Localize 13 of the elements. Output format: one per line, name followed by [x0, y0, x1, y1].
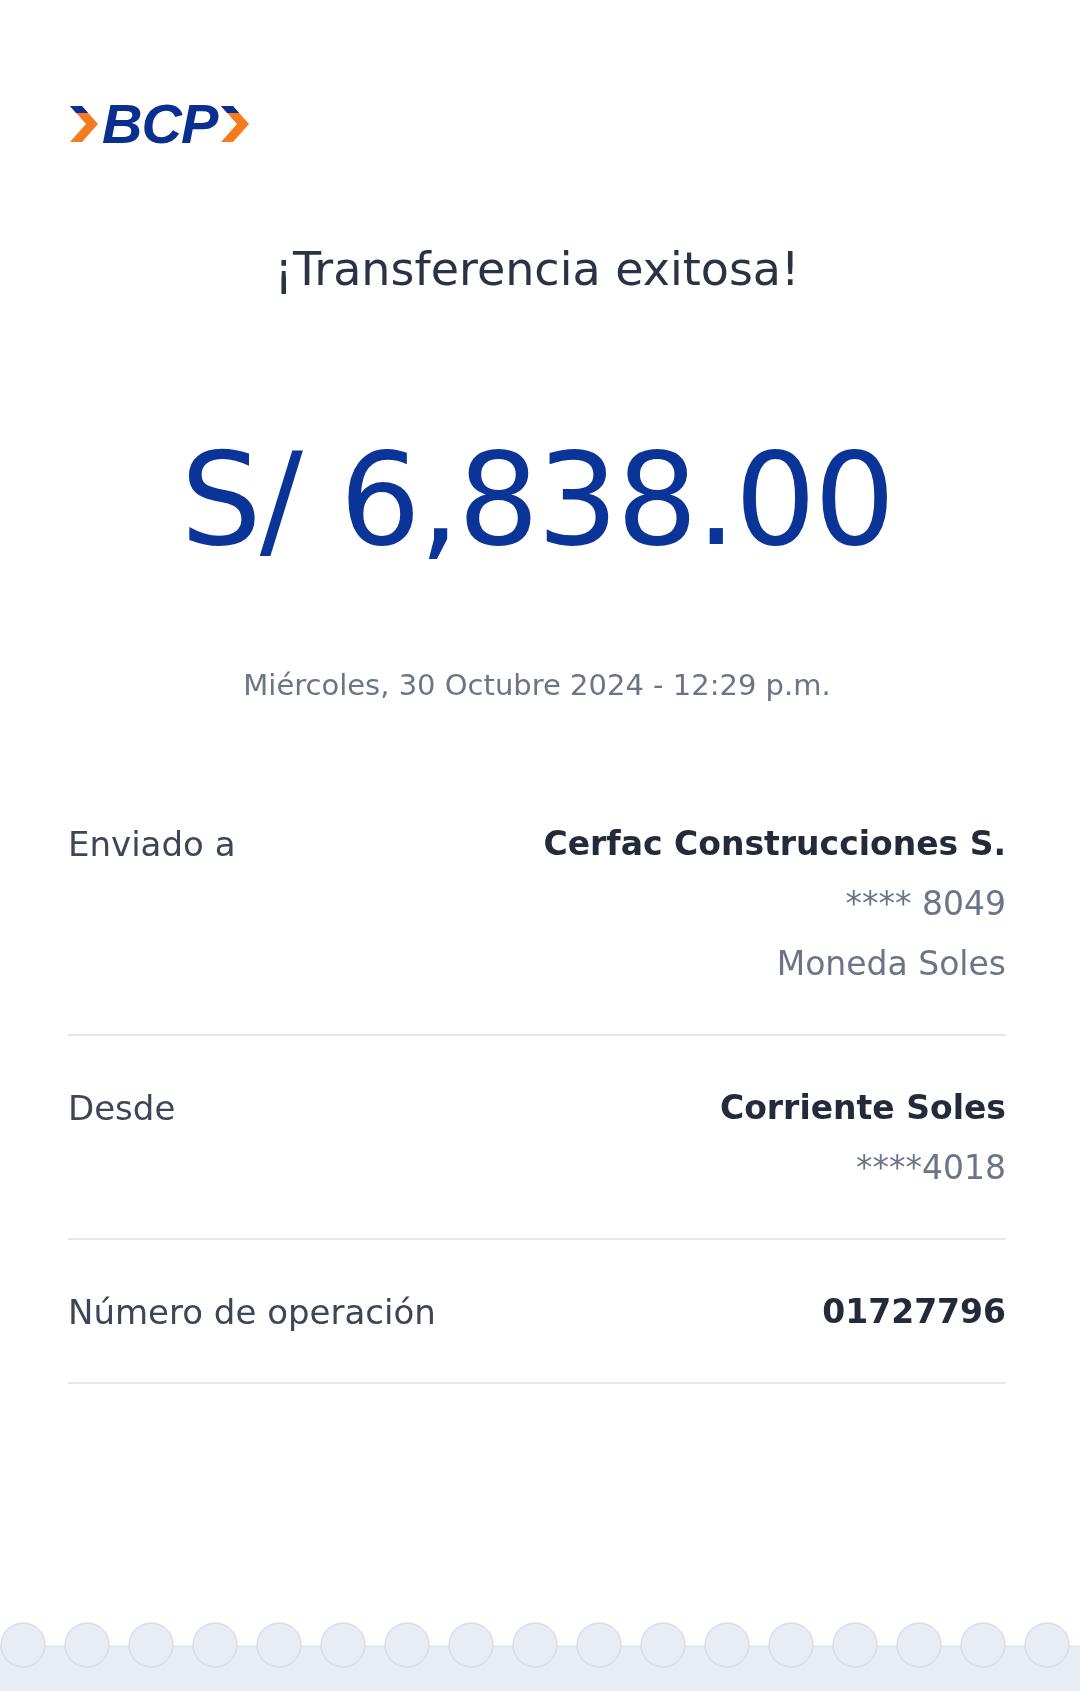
date-time: Miércoles, 30 Octubre 2024 - 12:29 p.m. [242, 668, 832, 702]
detail-value: Corriente Soles [719, 1087, 1006, 1129]
detail-value: Cerfac Construcciones S. [543, 823, 1006, 865]
detail-value: ****4018 [856, 1147, 1006, 1189]
detail-value: Moneda Soles [776, 943, 1006, 985]
detail-value: 01727796 [822, 1291, 1006, 1333]
amount: S/ 6,838.00 [179, 436, 895, 564]
detail-label: Enviado a [68, 823, 236, 866]
detail-value: **** 8049 [845, 883, 1006, 925]
logo-text: BCP [102, 96, 218, 152]
detail-label: Desde [68, 1087, 176, 1130]
detail-label: Número de operación [68, 1291, 436, 1334]
success-title: ¡Transferencia exitosa! [273, 242, 801, 296]
